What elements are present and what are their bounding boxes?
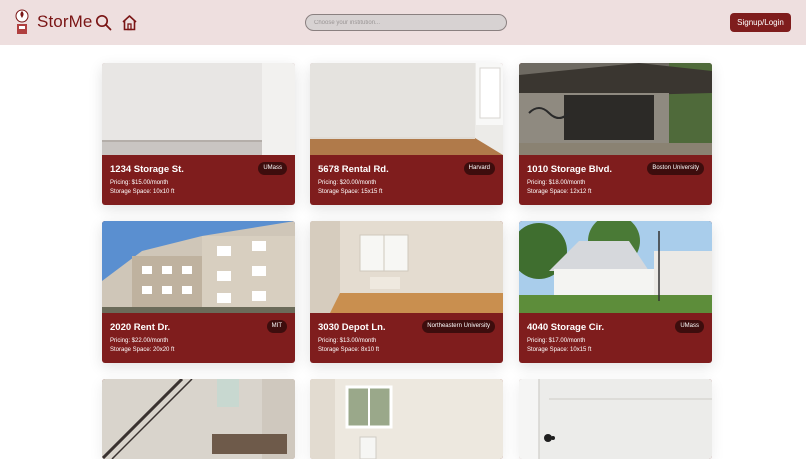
listing-photo <box>310 221 503 313</box>
storme-logo-icon[interactable] <box>13 9 31 36</box>
listing-card[interactable]: 3030 Depot Ln. Northeastern University P… <box>310 221 503 363</box>
listing-pricing: Pricing: $13.00/month <box>318 338 377 344</box>
institution-badge: Boston University <box>647 162 704 175</box>
listing-pricing: Pricing: $22.00/month <box>110 338 169 344</box>
listing-card[interactable] <box>310 379 503 459</box>
listing-pricing: Pricing: $17.00/month <box>527 338 586 344</box>
institution-badge: UMass <box>675 320 704 333</box>
top-navbar: StorMe Signup/Login <box>0 0 806 45</box>
listing-card[interactable] <box>519 379 712 459</box>
listing-address: 1010 Storage Blvd. <box>527 164 613 175</box>
listing-storage-space: Storage Space: 12x12 ft <box>527 189 592 195</box>
listing-card[interactable]: 1234 Storage St. UMass Pricing: $15.00/m… <box>102 63 295 205</box>
home-icon[interactable] <box>121 14 138 31</box>
listing-pricing: Pricing: $18.00/month <box>527 180 586 186</box>
listing-address: 3030 Depot Ln. <box>318 322 386 333</box>
search-icon[interactable] <box>95 14 112 31</box>
listing-address: 4040 Storage Cir. <box>527 322 605 333</box>
listing-storage-space: Storage Space: 10x15 ft <box>527 347 592 353</box>
listing-address: 1234 Storage St. <box>110 164 184 175</box>
listing-photo <box>519 221 712 313</box>
brand-name[interactable]: StorMe <box>37 12 92 32</box>
listing-photo <box>519 379 712 459</box>
listing-card[interactable] <box>102 379 295 459</box>
institution-badge: UMass <box>258 162 287 175</box>
listing-pricing: Pricing: $15.00/month <box>110 180 169 186</box>
listing-card[interactable]: 2020 Rent Dr. MIT Pricing: $22.00/month … <box>102 221 295 363</box>
institution-search-input[interactable] <box>305 14 507 31</box>
institution-badge: Northeastern University <box>422 320 495 333</box>
listing-photo <box>102 221 295 313</box>
listing-address: 2020 Rent Dr. <box>110 322 171 333</box>
listing-photo <box>102 63 295 155</box>
listing-storage-space: Storage Space: 8x10 ft <box>318 347 380 353</box>
signup-login-button[interactable]: Signup/Login <box>730 13 791 32</box>
listing-photo <box>310 63 503 155</box>
listing-card[interactable]: 1010 Storage Blvd. Boston University Pri… <box>519 63 712 205</box>
listing-card[interactable]: 4040 Storage Cir. UMass Pricing: $17.00/… <box>519 221 712 363</box>
institution-badge: MIT <box>266 320 287 333</box>
listing-storage-space: Storage Space: 15x15 ft <box>318 189 383 195</box>
listing-photo <box>102 379 295 459</box>
listing-storage-space: Storage Space: 20x20 ft <box>110 347 175 353</box>
institution-badge: Harvard <box>463 162 495 175</box>
listing-photo <box>310 379 503 459</box>
listing-pricing: Pricing: $20.00/month <box>318 180 377 186</box>
listing-storage-space: Storage Space: 10x10 ft <box>110 189 175 195</box>
listing-photo <box>519 63 712 155</box>
listing-address: 5678 Rental Rd. <box>318 164 389 175</box>
listing-card[interactable]: 5678 Rental Rd. Harvard Pricing: $20.00/… <box>310 63 503 205</box>
